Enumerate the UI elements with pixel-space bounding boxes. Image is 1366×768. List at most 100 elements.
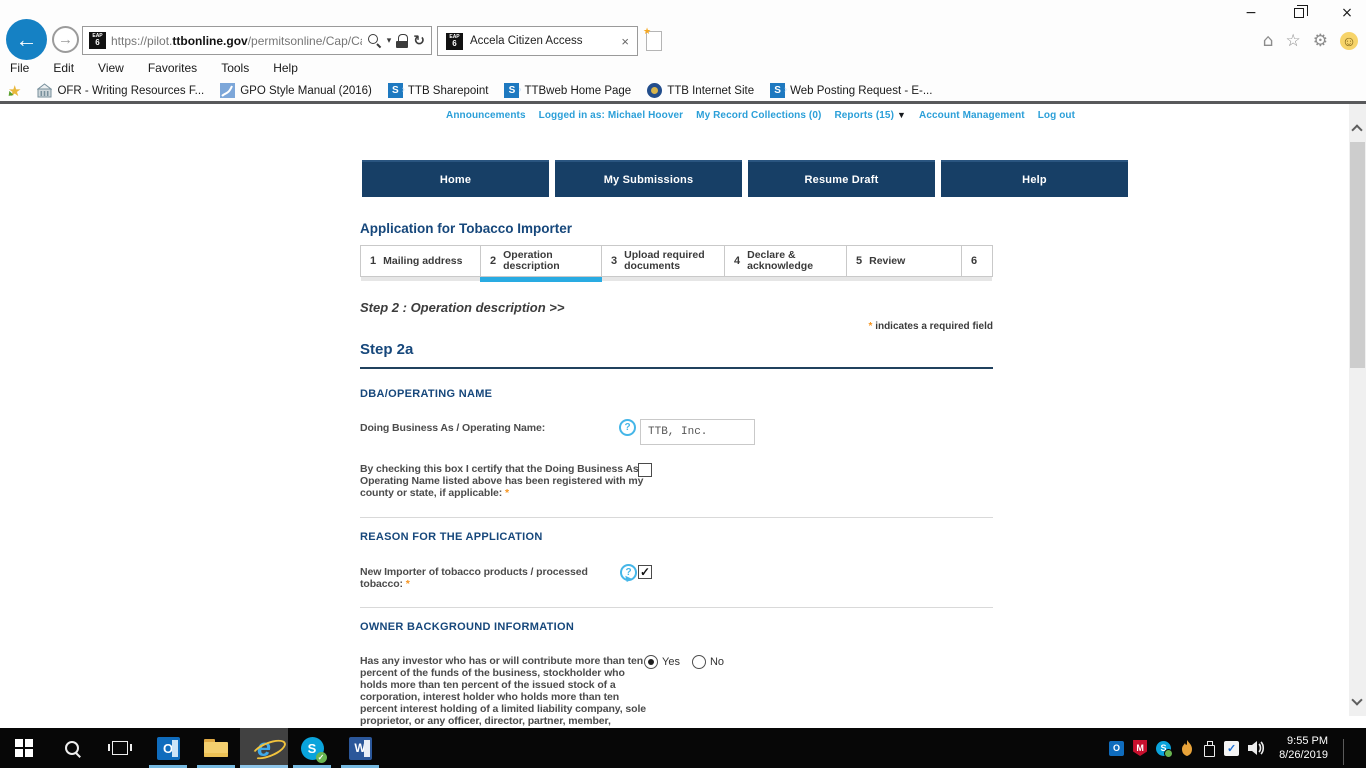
taskbar-search-button[interactable] <box>48 728 96 768</box>
scrollbar-up-icon[interactable] <box>1351 124 1363 136</box>
nav-resume-draft-button[interactable]: Resume Draft <box>748 160 935 197</box>
favorite-ofr[interactable]: OFR - Writing Resources F... <box>37 83 204 98</box>
search-dropdown-caret-icon[interactable]: ▾ <box>387 35 392 46</box>
radio-no[interactable] <box>691 655 706 669</box>
windows-logo-icon <box>15 739 33 757</box>
dba-certify-label: By checking this box I certify that the … <box>360 463 645 499</box>
step-tab-1[interactable]: 1 Mailing address <box>361 246 481 276</box>
reason-section-header: REASON FOR THE APPLICATION <box>360 531 543 543</box>
back-button[interactable]: ← <box>6 19 47 60</box>
taskbar-word[interactable]: W <box>336 728 384 768</box>
window-restore-button[interactable] <box>1288 5 1310 22</box>
favorite-ttbweb-home[interactable]: S TTBweb Home Page <box>504 83 631 98</box>
gpo-icon <box>220 83 236 98</box>
step-tab-5[interactable]: 5 Review <box>847 246 962 276</box>
step-tab-2[interactable]: 2 Operation description <box>480 246 602 282</box>
link-record-collections[interactable]: My Record Collections (0) <box>696 110 821 121</box>
step-heading: Step 2 : Operation description >> <box>360 300 565 315</box>
taskbar-outlook[interactable]: O <box>144 728 192 768</box>
sharepoint-icon: S <box>770 83 787 98</box>
outlook-icon: O <box>156 736 180 760</box>
page-scrollbar[interactable] <box>1349 104 1366 716</box>
taskbar-skype[interactable]: S ✓ <box>288 728 336 768</box>
refresh-icon[interactable]: ↻ <box>413 33 425 49</box>
nav-my-submissions-button[interactable]: My Submissions <box>555 160 742 197</box>
dba-certify-checkbox[interactable] <box>638 463 652 477</box>
step-tab-4[interactable]: 4 Declare & acknowledge <box>725 246 847 276</box>
taskbar-clock[interactable]: 9:55 PM 8/26/2019 <box>1275 734 1332 762</box>
tray-usb-icon[interactable] <box>1203 740 1216 757</box>
favorite-ttb-internet[interactable]: TTB Internet Site <box>647 83 754 98</box>
main-nav: Home My Submissions Resume Draft Help <box>362 160 1128 197</box>
internet-explorer-icon: e <box>257 733 271 762</box>
reason-new-importer-label: New Importer of tobacco products / proce… <box>360 566 588 590</box>
browser-tab[interactable]: EAP 6 Accela Citizen Access × <box>437 26 638 56</box>
tray-skype-icon[interactable]: S <box>1156 740 1174 758</box>
search-icon[interactable] <box>367 33 382 48</box>
scrollbar-down-icon[interactable] <box>1351 694 1363 706</box>
back-arrow-icon: ← <box>15 26 38 52</box>
window-close-button[interactable]: × <box>1336 5 1358 22</box>
feedback-smiley-icon[interactable]: ☺ <box>1340 32 1358 50</box>
tab-close-icon[interactable]: × <box>621 34 629 49</box>
system-tray: O M S ✓ 9:55 PM 8/26/2019 <box>1109 728 1366 768</box>
menu-item-favorites[interactable]: Favorites <box>148 61 197 75</box>
menu-item-tools[interactable]: Tools <box>221 61 249 75</box>
site-favicon: EAP 6 <box>89 32 106 49</box>
taskbar-file-explorer[interactable] <box>192 728 240 768</box>
home-icon[interactable]: ⌂ <box>1263 31 1274 51</box>
skype-icon: S ✓ <box>300 736 327 763</box>
new-tab-star-icon: ★ <box>643 26 652 36</box>
reason-checkbox[interactable]: ✓ <box>638 565 652 579</box>
forward-arrow-icon: → <box>58 31 73 48</box>
dba-name-input[interactable] <box>640 419 755 445</box>
menu-item-edit[interactable]: Edit <box>53 61 74 75</box>
reports-caret-icon[interactable]: ▼ <box>897 110 906 120</box>
browser-chrome: ← → EAP 6 https://pilot.ttbonline.gov/pe… <box>0 0 1366 104</box>
url-text[interactable]: https://pilot.ttbonline.gov/permitsonlin… <box>111 34 362 48</box>
taskbar-internet-explorer[interactable]: e <box>240 728 288 768</box>
sharepoint-icon: S <box>387 83 405 98</box>
menu-item-help[interactable]: Help <box>273 61 298 75</box>
tray-checkmark-icon[interactable]: ✓ <box>1224 740 1240 756</box>
add-favorites-star-icon[interactable]: ★ <box>8 82 21 100</box>
window-minimize-button[interactable]: − <box>1240 5 1262 22</box>
start-button[interactable] <box>0 728 48 768</box>
scrollbar-thumb[interactable] <box>1350 142 1365 368</box>
skype-status-badge: ✓ <box>315 751 327 763</box>
window-controls: − × <box>1240 5 1358 22</box>
step-tab-3[interactable]: 3 Upload required documents <box>602 246 725 276</box>
favorite-gpo[interactable]: GPO Style Manual (2016) <box>220 83 372 98</box>
tray-outlook-icon[interactable]: O <box>1109 740 1125 756</box>
tray-mcafee-icon[interactable]: M <box>1133 740 1148 756</box>
radio-no-label: No <box>709 656 725 668</box>
word-icon: W <box>348 736 372 760</box>
menu-item-file[interactable]: File <box>10 61 29 75</box>
tray-flame-icon[interactable] <box>1180 740 1194 756</box>
volume-icon[interactable] <box>1248 740 1266 756</box>
radio-yes[interactable] <box>644 655 658 669</box>
favorites-bar: ★ OFR - Writing Resources F... GPO Style… <box>8 79 932 102</box>
show-desktop-button[interactable] <box>1353 728 1360 768</box>
address-bar[interactable]: EAP 6 https://pilot.ttbonline.gov/permit… <box>82 26 432 55</box>
forward-button[interactable]: → <box>52 26 79 53</box>
reason-help-icon[interactable]: ? <box>620 564 637 581</box>
dba-name-label: Doing Business As / Operating Name: <box>360 422 546 434</box>
favorites-star-icon[interactable]: ☆ <box>1286 31 1301 51</box>
link-account-management[interactable]: Account Management <box>919 110 1025 121</box>
dba-help-icon[interactable]: ? <box>619 419 636 436</box>
settings-gear-icon[interactable]: ⚙ <box>1313 31 1328 51</box>
owner-question: Has any investor who has or will contrib… <box>360 655 647 728</box>
favorite-ttb-sharepoint[interactable]: S TTB Sharepoint <box>387 83 488 98</box>
nav-home-button[interactable]: Home <box>362 160 549 197</box>
favorite-web-posting[interactable]: S Web Posting Request - E-... <box>770 83 932 98</box>
menu-item-view[interactable]: View <box>98 61 124 75</box>
dba-section-header: DBA/OPERATING NAME <box>360 388 493 400</box>
task-view-button[interactable] <box>96 728 144 768</box>
step-tab-6[interactable]: 6 <box>962 246 992 276</box>
nav-help-button[interactable]: Help <box>941 160 1128 197</box>
link-logout[interactable]: Log out <box>1038 110 1075 121</box>
new-tab-button[interactable]: ★ <box>643 26 662 51</box>
link-announcements[interactable]: Announcements <box>446 110 526 121</box>
link-reports[interactable]: Reports (15) ▼ <box>834 110 906 121</box>
